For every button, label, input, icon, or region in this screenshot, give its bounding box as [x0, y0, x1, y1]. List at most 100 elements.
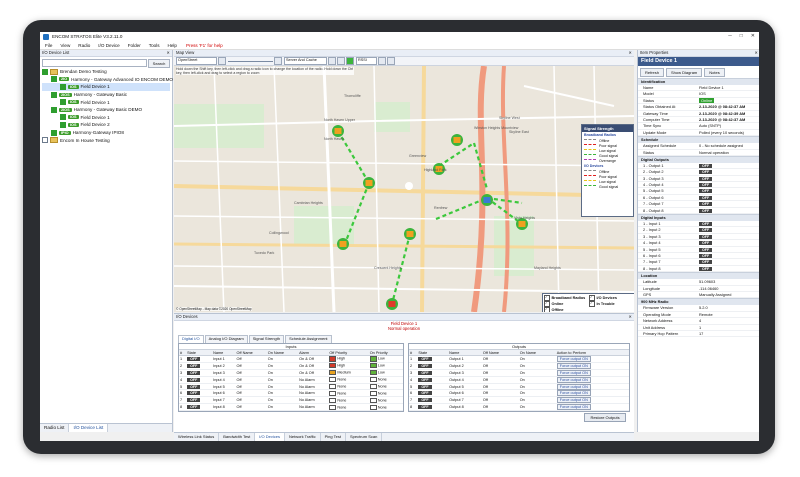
filter-broadband[interactable]: ✓ Broadband Radios — [544, 295, 589, 301]
tree-checkbox[interactable] — [51, 129, 57, 136]
force-output-button[interactable]: Force output ON — [556, 397, 591, 404]
legend-label: Poor signal — [599, 143, 617, 148]
table-cell[interactable]: None — [368, 396, 403, 405]
tree-checkbox[interactable] — [42, 137, 48, 144]
zoom-in-icon[interactable] — [274, 57, 282, 65]
tree-item[interactable]: IOS Field Device 1 — [42, 98, 170, 106]
close-icon[interactable]: ✕ — [751, 33, 755, 39]
table-cell: On — [266, 355, 299, 363]
tree-checkbox[interactable] — [60, 99, 66, 106]
map-canvas[interactable]: Thorncliffe North Haven Upper North Haven G… — [174, 66, 634, 312]
tree-checkbox[interactable] — [51, 76, 57, 83]
tree-item[interactable]: IOS Field Device 2 — [42, 121, 170, 129]
tree-item[interactable]: Encom In House Testing — [42, 136, 170, 144]
force-output-button[interactable]: Force output ON — [556, 362, 591, 369]
table-cell[interactable]: High — [328, 355, 369, 363]
tab-digital-io[interactable]: Digital I/O — [178, 335, 204, 343]
bottom-tab[interactable]: Spectrum Scan — [346, 433, 383, 441]
tree-item[interactable]: IPIO Harmony-Gateway IPIO8 — [42, 129, 170, 137]
table-cell[interactable]: High — [328, 362, 369, 370]
layers-icon[interactable] — [337, 57, 345, 65]
bottom-tab[interactable]: Wireless Link Status — [174, 433, 220, 441]
menu-folder[interactable]: Folder — [128, 43, 141, 48]
search-button[interactable]: Search — [148, 59, 170, 68]
bottom-tab[interactable]: Network Traffic — [285, 433, 321, 441]
minimize-icon[interactable]: ─ — [728, 33, 732, 39]
map-provider-select[interactable]: OpenStreet — [176, 57, 217, 65]
menu-view[interactable]: View — [60, 43, 70, 48]
menu-io-device[interactable]: I/O Device — [98, 43, 119, 48]
signal-toggle-icon[interactable] — [346, 57, 354, 65]
tree-item[interactable]: IOS Field Device 1 — [42, 114, 170, 122]
refresh-icon[interactable] — [328, 57, 336, 65]
table-cell[interactable]: None — [328, 383, 369, 391]
tree-checkbox[interactable] — [60, 114, 66, 121]
close-icon[interactable]: ✕ — [628, 50, 632, 56]
table-cell: No Alarm — [298, 383, 329, 391]
restore-outputs-button[interactable]: Restore Outputs — [584, 413, 626, 422]
rssi-select[interactable]: RSSI — [356, 57, 377, 65]
close-icon[interactable]: ✕ — [166, 50, 170, 56]
settings-icon[interactable] — [378, 57, 386, 65]
refresh-button[interactable]: Refresh — [640, 68, 665, 77]
tab-signal-strength[interactable]: Signal Strength — [248, 335, 285, 343]
table-cell[interactable]: None — [328, 389, 369, 398]
table-cell[interactable]: None — [328, 403, 369, 412]
table-cell[interactable]: None — [368, 403, 403, 412]
bottom-tab[interactable]: I/O Devices — [255, 433, 285, 441]
legend-swatch — [584, 170, 596, 173]
tree-item[interactable]: Brendan Demo Testing — [42, 68, 170, 76]
tab-analog-io-diagram[interactable]: Analog I/O Diagram — [204, 335, 248, 343]
tree-checkbox[interactable] — [51, 106, 57, 113]
force-output-button[interactable]: Force output ON — [556, 355, 591, 362]
search-input[interactable] — [42, 59, 147, 67]
menu-file[interactable]: File — [45, 43, 52, 48]
table-cell[interactable]: None — [368, 376, 403, 384]
table-cell[interactable]: None — [368, 389, 403, 398]
bottom-tab[interactable]: Bandwidth Test — [219, 433, 256, 441]
tree-item[interactable]: 2IO Harmony - Gateway Advanced IO ENCOM D… — [42, 76, 173, 84]
table-cell[interactable]: Low — [368, 355, 403, 363]
close-icon[interactable]: ✕ — [754, 50, 758, 56]
inputs-table: # State Name Off Name On Name Alarm Off Priori… — [179, 350, 403, 412]
close-icon[interactable]: ✕ — [628, 314, 632, 320]
tree-checkbox[interactable] — [60, 121, 66, 128]
menu-radio[interactable]: Radio — [78, 43, 90, 48]
tree-item[interactable]: 2IOS Harmony - Gateway Basic DEMO — [42, 106, 170, 114]
tab-schedule-assignment[interactable]: Schedule Assignment — [285, 335, 332, 343]
tree-checkbox[interactable] — [42, 68, 48, 75]
force-output-button[interactable]: Force output ON — [556, 369, 591, 376]
tab-io-device-list[interactable]: I/O Device List — [69, 424, 109, 432]
maximize-icon[interactable]: □ — [740, 33, 743, 39]
table-cell[interactable]: Low — [368, 362, 403, 370]
force-output-button[interactable]: Force output ON — [556, 404, 591, 411]
zoom-out-icon[interactable] — [218, 57, 226, 65]
menu-tools[interactable]: Tools — [149, 43, 160, 48]
menu-help[interactable]: Help — [168, 43, 177, 48]
tab-radio-list[interactable]: Radio List — [40, 424, 70, 432]
filter-online[interactable]: ✓ Online — [544, 301, 589, 307]
table-cell: Off — [481, 369, 519, 377]
tree-item[interactable]: IOS Field Device 1 — [42, 83, 170, 91]
table-cell[interactable]: None — [328, 396, 369, 405]
bottom-tab[interactable]: Ping Test — [321, 433, 346, 441]
filter-offline[interactable]: ✓ Offline — [544, 307, 589, 312]
table-cell[interactable]: None — [328, 376, 369, 384]
force-output-button[interactable]: Force output ON — [556, 383, 591, 390]
zoom-slider[interactable] — [228, 60, 273, 62]
print-icon[interactable] — [387, 57, 395, 65]
table-cell[interactable]: None — [368, 383, 403, 391]
tree-checkbox[interactable] — [51, 91, 57, 98]
cache-mode-select[interactable]: Server And Cache — [284, 57, 327, 65]
table-cell: Output 3 — [448, 369, 482, 377]
table-cell[interactable]: Low — [368, 369, 403, 377]
force-output-button[interactable]: Force output ON — [556, 390, 591, 397]
show-diagram-button[interactable]: Show Diagram — [666, 68, 703, 77]
table-cell[interactable]: Medium — [328, 369, 369, 377]
filter-io-devices[interactable]: ✓ I/O Devices — [589, 295, 634, 301]
tree-checkbox[interactable] — [60, 83, 66, 90]
filter-in-trouble[interactable]: ✓ In Trouble — [589, 301, 634, 307]
force-output-button[interactable]: Force output ON — [556, 376, 591, 383]
notes-button[interactable]: Notes — [704, 68, 725, 77]
tree-item[interactable]: 2IOS Harmony - Gateway Basic — [42, 91, 170, 99]
